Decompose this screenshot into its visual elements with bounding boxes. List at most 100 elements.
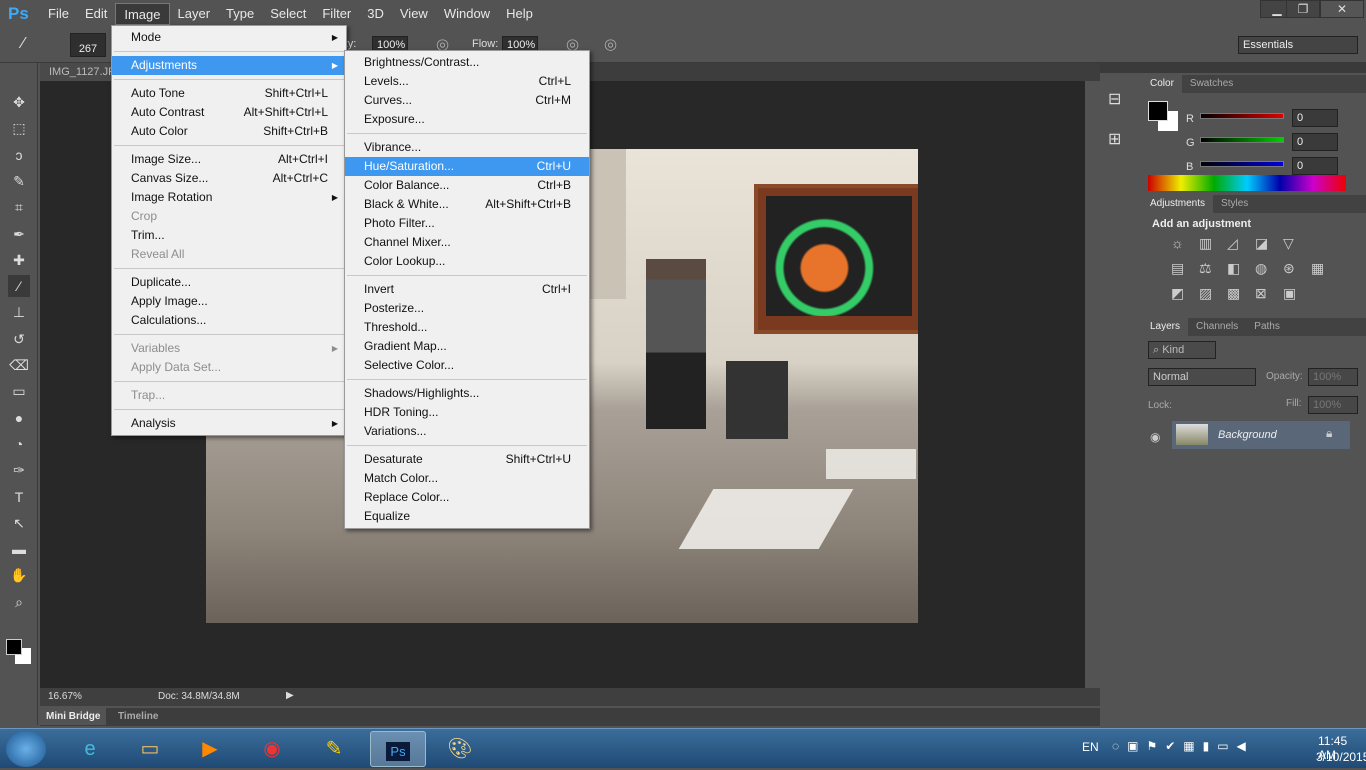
menu-item-mode[interactable]: Mode ▶ <box>112 28 346 47</box>
color-spectrum[interactable] <box>1148 175 1346 191</box>
close-button[interactable]: ✕ <box>1320 0 1364 18</box>
shape-tool-icon[interactable]: ▬ <box>8 538 30 560</box>
crop-tool-icon[interactable]: ⌗ <box>8 196 30 218</box>
marquee-tool-icon[interactable]: ⬚ <box>8 117 30 139</box>
media-player-icon[interactable]: ▶ <box>182 731 238 767</box>
menu-item-black-white[interactable]: Black & White... Alt+Shift+Ctrl+B <box>345 195 589 214</box>
menu-select[interactable]: Select <box>262 3 314 25</box>
selective-color-adjustment-icon[interactable]: ▣ <box>1283 285 1309 302</box>
blur-tool-icon[interactable]: ● <box>8 407 30 429</box>
curves-adjustment-icon[interactable]: ◿ <box>1227 235 1253 252</box>
menu-item-hue-saturation[interactable]: Hue/Saturation... Ctrl+U <box>345 157 589 176</box>
eye-icon[interactable]: ◉ <box>1150 430 1160 444</box>
paint-icon[interactable]: 🎨︎ <box>432 731 488 767</box>
explorer-icon[interactable]: ▭ <box>122 731 178 767</box>
menu-item-channel-mixer[interactable]: Channel Mixer... <box>345 233 589 252</box>
black-white-adjustment-icon[interactable]: ◧ <box>1227 260 1253 277</box>
menu-type[interactable]: Type <box>218 3 262 25</box>
language-indicator[interactable]: EN <box>1082 740 1099 754</box>
hue-saturation-adjustment-icon[interactable]: ▤ <box>1171 260 1197 277</box>
brush-tool-icon[interactable]: ⁄ <box>8 275 30 298</box>
menu-item-selective-color[interactable]: Selective Color... <box>345 356 589 375</box>
healing-tool-icon[interactable]: ✚ <box>8 249 30 271</box>
tab-swatches[interactable]: Swatches <box>1182 75 1241 93</box>
foreground-swatch[interactable] <box>6 639 22 655</box>
tab-layers[interactable]: Layers <box>1142 318 1189 336</box>
layer-filter-select[interactable]: ⌕ Kind <box>1148 341 1216 359</box>
menu-item-photo-filter[interactable]: Photo Filter... <box>345 214 589 233</box>
levels-adjustment-icon[interactable]: ▥ <box>1199 235 1225 252</box>
menu-item-equalize[interactable]: Equalize <box>345 507 589 526</box>
history-icon[interactable]: ⊟ <box>1108 89 1121 109</box>
menu-filter[interactable]: Filter <box>314 3 359 25</box>
menu-item-auto-color[interactable]: Auto Color Shift+Ctrl+B <box>112 122 346 141</box>
fill-field[interactable]: 100% <box>1308 396 1358 414</box>
gradient-tool-icon[interactable]: ▭ <box>8 380 30 402</box>
menu-item-auto-contrast[interactable]: Auto Contrast Alt+Shift+Ctrl+L <box>112 103 346 122</box>
layer-opacity-field[interactable]: 100% <box>1308 368 1358 386</box>
blend-mode-select[interactable]: Normal <box>1148 368 1256 386</box>
channel-value[interactable]: 0 <box>1292 109 1338 127</box>
ie-icon[interactable]: e <box>62 731 118 767</box>
menu-item-duplicate[interactable]: Duplicate... <box>112 273 346 292</box>
properties-icon[interactable]: ⊞ <box>1108 129 1121 149</box>
menu-item-calculations[interactable]: Calculations... <box>112 311 346 330</box>
menu-item-gradient-map[interactable]: Gradient Map... <box>345 337 589 356</box>
type-tool-icon[interactable]: T <box>8 486 30 508</box>
color-balance-adjustment-icon[interactable]: ⚖ <box>1199 260 1225 277</box>
channel-value[interactable]: 0 <box>1292 133 1338 151</box>
invert-adjustment-icon[interactable]: ◩ <box>1171 285 1197 302</box>
dodge-tool-icon[interactable]: ◔ <box>8 433 30 455</box>
menu-item-curves[interactable]: Curves... Ctrl+M <box>345 91 589 110</box>
history-brush-tool-icon[interactable]: ↺ <box>8 328 30 350</box>
vibrance-adjustment-icon[interactable]: ▽ <box>1283 235 1309 252</box>
chrome-icon[interactable]: ◉ <box>244 731 300 767</box>
clock-date[interactable]: 3/10/2015 <box>1316 750 1366 764</box>
menu-3d[interactable]: 3D <box>359 3 392 25</box>
menu-item-match-color[interactable]: Match Color... <box>345 469 589 488</box>
zoom-level[interactable]: 16.67% <box>48 691 82 702</box>
menu-item-image-size[interactable]: Image Size... Alt+Ctrl+I <box>112 150 346 169</box>
posterize-adjustment-icon[interactable]: ▨ <box>1199 285 1225 302</box>
workspace-select[interactable]: Essentials <box>1238 36 1358 54</box>
path-select-tool-icon[interactable]: ↖ <box>8 512 30 534</box>
tab-color[interactable]: Color <box>1142 75 1182 93</box>
hand-tool-icon[interactable]: ✋ <box>8 564 30 586</box>
menu-item-desaturate[interactable]: Desaturate Shift+Ctrl+U <box>345 450 589 469</box>
menu-item-color-balance[interactable]: Color Balance... Ctrl+B <box>345 176 589 195</box>
pencil-app-icon[interactable]: ✎ <box>306 731 362 767</box>
photoshop-taskbar-icon[interactable]: Ps <box>370 731 426 767</box>
channel-slider[interactable] <box>1200 161 1284 167</box>
pen-tool-icon[interactable]: ✑ <box>8 459 30 481</box>
tab-paths[interactable]: Paths <box>1246 318 1288 336</box>
menu-item-replace-color[interactable]: Replace Color... <box>345 488 589 507</box>
start-button[interactable] <box>6 731 46 767</box>
menu-item-adjustments[interactable]: Adjustments ▶ <box>112 56 346 75</box>
menu-layer[interactable]: Layer <box>170 3 219 25</box>
menu-item-analysis[interactable]: Analysis ▶ <box>112 414 346 433</box>
tab-channels[interactable]: Channels <box>1188 318 1246 336</box>
stamp-tool-icon[interactable]: ⊥ <box>8 301 30 323</box>
tray-icons[interactable]: ◌▣⚑✔▦▮▭◀ <box>1112 739 1254 753</box>
exposure-adjustment-icon[interactable]: ◪ <box>1255 235 1281 252</box>
menu-item-canvas-size[interactable]: Canvas Size... Alt+Ctrl+C <box>112 169 346 188</box>
threshold-adjustment-icon[interactable]: ▩ <box>1227 285 1253 302</box>
menu-item-variations[interactable]: Variations... <box>345 422 589 441</box>
move-tool-icon[interactable]: ✥ <box>8 91 30 113</box>
layer-row-background[interactable]: Background 🔒︎ <box>1172 421 1350 449</box>
menu-item-invert[interactable]: Invert Ctrl+I <box>345 280 589 299</box>
eraser-tool-icon[interactable]: ⌫ <box>8 354 30 376</box>
tab-adjustments[interactable]: Adjustments <box>1142 195 1214 213</box>
menu-item-image-rotation[interactable]: Image Rotation ▶ <box>112 188 346 207</box>
zoom-tool-icon[interactable]: ⌕ <box>8 591 30 613</box>
gradient-map-adjustment-icon[interactable]: ⊠ <box>1255 285 1281 302</box>
menu-window[interactable]: Window <box>436 3 498 25</box>
menu-item-brightness-contrast[interactable]: Brightness/Contrast... <box>345 53 589 72</box>
menu-item-exposure[interactable]: Exposure... <box>345 110 589 129</box>
color-lookup-adjustment-icon[interactable]: ▦ <box>1311 260 1337 277</box>
foreground-color[interactable] <box>1148 101 1168 121</box>
menu-item-shadows-highlights[interactable]: Shadows/Highlights... <box>345 384 589 403</box>
menu-item-trim[interactable]: Trim... <box>112 226 346 245</box>
brightness-adjustment-icon[interactable]: ☼ <box>1171 235 1197 252</box>
menu-item-auto-tone[interactable]: Auto Tone Shift+Ctrl+L <box>112 84 346 103</box>
